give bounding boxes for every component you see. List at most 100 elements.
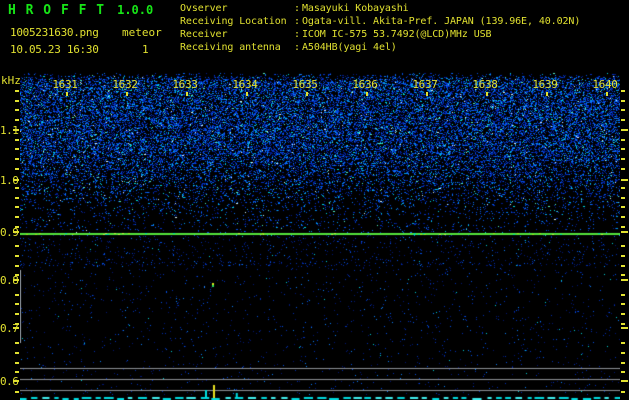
freq-minor-tick [621, 139, 625, 141]
freq-tick-label: 1.0 [0, 174, 19, 187]
freq-minor-tick [15, 265, 19, 267]
freq-major-tick [13, 279, 19, 281]
freq-major-tick [13, 129, 19, 131]
freq-major-tick [621, 179, 628, 181]
freq-minor-tick [621, 119, 625, 121]
freq-minor-tick [621, 323, 625, 325]
time-tick-mark [546, 92, 548, 96]
time-tick-mark [246, 92, 248, 96]
freq-minor-tick [15, 342, 19, 344]
freq-minor-tick [621, 245, 625, 247]
freq-major-tick [13, 327, 19, 329]
freq-minor-tick [15, 139, 19, 141]
app-title: H R O F F T [8, 3, 106, 18]
freq-major-tick [621, 279, 628, 281]
info-row-observer: Ovserver : Masayuki Kobayashi [180, 2, 580, 15]
freq-minor-tick [621, 197, 625, 199]
freq-minor-tick [621, 362, 625, 364]
freq-major-tick [13, 380, 19, 382]
info-value: Ogata-vill. Akita-Pref. JAPAN (139.96E, … [302, 16, 581, 27]
info-row-location: Receiving Location : Ogata-vill. Akita-P… [180, 15, 580, 28]
freq-minor-tick [621, 206, 625, 208]
time-tick-mark [66, 92, 68, 96]
freq-minor-tick [621, 168, 625, 170]
info-separator: : [294, 29, 300, 40]
freq-minor-tick [621, 352, 625, 354]
freq-minor-tick [621, 255, 625, 257]
freq-minor-tick [621, 100, 625, 102]
freq-minor-tick [621, 226, 625, 228]
info-row-antenna: Receiving antenna : A504HB(yagi 4el) [180, 41, 580, 54]
freq-minor-tick [621, 187, 625, 189]
time-tick-label: 1637 [412, 78, 438, 91]
info-label: Receiving antenna [180, 42, 281, 53]
freq-minor-tick [621, 216, 625, 218]
info-separator: : [294, 42, 300, 53]
freq-minor-tick [621, 294, 625, 296]
freq-minor-tick [621, 391, 625, 393]
freq-minor-tick [15, 226, 19, 228]
info-separator: : [294, 16, 300, 27]
freq-major-tick [621, 327, 628, 329]
app-version: 1.0.0 [117, 3, 154, 17]
info-separator: : [294, 3, 300, 14]
time-tick-label: 1632 [112, 78, 138, 91]
freq-major-tick [621, 231, 628, 233]
app-title-row: H R O F F T 1.0.0 [8, 3, 153, 18]
spectrogram-canvas [20, 62, 620, 400]
freq-minor-tick [621, 303, 625, 305]
freq-minor-tick [15, 187, 19, 189]
freq-minor-tick [15, 100, 19, 102]
time-tick-label: 1631 [52, 78, 78, 91]
freq-major-tick [621, 380, 628, 382]
time-tick-mark [186, 92, 188, 96]
time-tick-mark [366, 92, 368, 96]
freq-minor-tick [621, 109, 625, 111]
time-tick-label: 1636 [352, 78, 378, 91]
freq-minor-tick [621, 265, 625, 267]
time-tick-mark [306, 92, 308, 96]
freq-minor-tick [15, 255, 19, 257]
time-tick-mark [486, 92, 488, 96]
freq-minor-tick [15, 352, 19, 354]
freq-minor-tick [15, 109, 19, 111]
time-tick-mark [126, 92, 128, 96]
freq-minor-tick [15, 294, 19, 296]
freq-minor-tick [15, 206, 19, 208]
freq-minor-tick [621, 274, 625, 276]
freq-tick-label: 1.1 [0, 124, 19, 137]
freq-minor-tick [15, 303, 19, 305]
freq-minor-tick [15, 313, 19, 315]
hrofft-spectrogram-image: H R O F F T 1.0.0 1005231630.png meteor 1… [0, 0, 629, 400]
freq-minor-tick [621, 313, 625, 315]
time-tick-label: 1638 [472, 78, 498, 91]
freq-minor-tick [15, 216, 19, 218]
freq-minor-tick [15, 168, 19, 170]
freq-tick-label: 0.9 [0, 226, 19, 239]
freq-minor-tick [15, 362, 19, 364]
output-filename: 1005231630.png [10, 26, 99, 39]
freq-unit-label: kHz [1, 74, 21, 87]
time-tick-label: 1634 [232, 78, 258, 91]
freq-minor-tick [15, 158, 19, 160]
freq-minor-tick [15, 371, 19, 373]
freq-minor-tick [15, 323, 19, 325]
freq-minor-tick [621, 90, 625, 92]
freq-minor-tick [15, 391, 19, 393]
freq-major-tick [13, 179, 19, 181]
info-value: ICOM IC-575 53.7492(@LCD)MHz USB [302, 29, 492, 40]
time-tick-label: 1639 [532, 78, 558, 91]
freq-minor-tick [15, 148, 19, 150]
freq-minor-tick [15, 90, 19, 92]
time-tick-label: 1633 [172, 78, 198, 91]
freq-minor-tick [621, 371, 625, 373]
info-value: A504HB(yagi 4el) [302, 42, 397, 53]
freq-minor-tick [15, 197, 19, 199]
freq-minor-tick [15, 274, 19, 276]
freq-minor-tick [15, 245, 19, 247]
freq-tick-label: 0.8 [0, 274, 19, 287]
freq-major-tick [13, 231, 19, 233]
station-info-block: Ovserver : Masayuki Kobayashi Receiving … [180, 2, 580, 54]
info-label: Receiver [180, 29, 228, 40]
freq-major-tick [621, 129, 628, 131]
